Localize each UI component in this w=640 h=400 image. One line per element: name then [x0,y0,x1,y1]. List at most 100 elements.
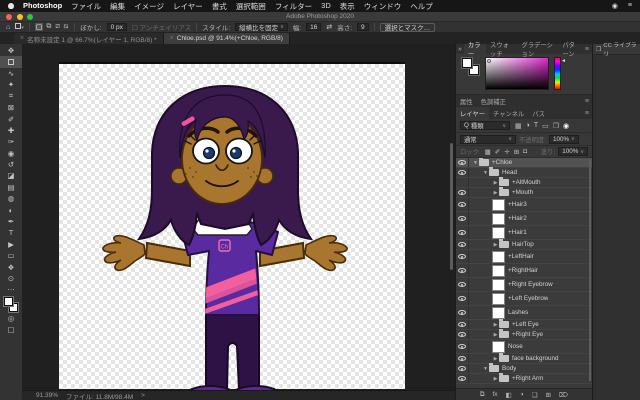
layer-row[interactable]: ▶+Left Eye [456,320,592,330]
layer-name[interactable]: +Right Arm [512,375,543,382]
menu-item-7[interactable]: フィルター [275,1,312,12]
filter-pixel-layers-icon[interactable]: ▦ [515,122,522,130]
visibility-eye-icon[interactable] [456,330,469,339]
tab-properties[interactable]: 属性 [456,95,477,107]
menu-item-6[interactable]: 選択範囲 [236,1,266,12]
tab-gradients[interactable]: グラデーション [518,44,559,54]
layer-row[interactable]: +Left Eyebrow [456,292,592,306]
status-expand-icon[interactable]: > [141,392,145,399]
feather-input[interactable]: 0 px [107,23,127,31]
layer-thumbnail[interactable] [492,251,505,263]
layer-row[interactable]: +LeftHair [456,250,592,264]
opacity-dropdown[interactable]: 100%∨ [549,135,579,144]
visibility-eye-icon[interactable] [456,364,469,373]
collapse-group-icon[interactable]: ▼ [482,366,489,372]
new-layer-icon[interactable]: ⊞ [545,391,550,399]
panel-menu-icon[interactable]: ≡ [585,46,592,53]
visibility-eye-icon[interactable] [456,264,469,277]
layer-row[interactable]: Lashes [456,306,592,320]
zoom-window-button[interactable] [27,14,33,20]
layer-row[interactable]: ▼+Chloe [456,158,592,168]
lock-image-pixels-icon[interactable]: ✐ [494,148,501,156]
canvas-vertical-scrollbar[interactable] [450,143,453,270]
add-selection-icon[interactable]: ⧉ [45,23,52,31]
layers-scrollbar[interactable] [589,160,591,381]
edit-toolbar-icon[interactable]: ⋯ [0,284,22,295]
menu-item-10[interactable]: ウィンドウ [364,1,402,12]
layer-name[interactable]: +Hair2 [508,215,527,222]
style-dropdown[interactable]: 縦横比を固定∨ [235,23,288,31]
intersect-selection-icon[interactable]: ⧅ [63,23,69,31]
visibility-eye-icon[interactable] [456,250,469,263]
tab-paths[interactable]: パス [528,107,549,119]
lock-position-icon[interactable]: ✛ [503,148,510,156]
tab-adjustments[interactable]: 色調補正 [477,95,510,107]
visibility-eye-icon[interactable] [456,306,469,319]
swap-width-height-icon[interactable]: ⇄ [326,23,332,31]
select-and-mask-button[interactable]: 選択とマスク… [380,23,436,32]
layer-name[interactable]: +Hair3 [508,201,527,208]
tab-patterns[interactable]: パターン [558,44,585,54]
layer-row[interactable]: ▶ face background [456,354,592,364]
path-selection-tool-icon[interactable]: ▶ [0,239,22,250]
eyedropper-tool-icon[interactable]: ✐ [0,113,22,124]
collapse-group-icon[interactable]: ▼ [472,160,479,166]
visibility-eye-icon[interactable] [456,374,469,383]
document-canvas[interactable]: Ch [59,62,405,389]
layer-effects-icon[interactable]: fx [493,391,498,398]
height-input[interactable]: 9 [357,23,369,31]
layer-row[interactable]: +RightHair [456,264,592,278]
layer-row[interactable]: ▶HairTop [456,240,592,250]
new-group-icon[interactable]: ❏ [532,391,538,399]
visibility-eye-icon[interactable] [456,240,469,249]
layer-thumbnail[interactable] [492,307,505,319]
visibility-eye-icon[interactable] [456,226,469,239]
collapse-group-icon[interactable]: ▼ [482,170,489,176]
visibility-eye-icon[interactable] [456,212,469,225]
frame-tool-icon[interactable]: ⊠ [0,102,22,113]
layer-name[interactable]: +Left Eyebrow [508,295,548,302]
layer-name[interactable]: +Hair1 [508,229,527,236]
link-layers-icon[interactable]: ⧉ [480,391,485,399]
delete-layer-icon[interactable]: ⌦ [559,391,568,399]
layer-name[interactable]: +LeftHair [508,253,534,260]
type-tool-icon[interactable]: T [0,227,22,238]
expand-group-icon[interactable]: ▶ [492,190,499,196]
layer-name[interactable]: Nose [508,343,523,350]
gradient-tool-icon[interactable]: ▤ [0,182,22,193]
layer-thumbnail[interactable] [492,341,505,353]
visibility-eye-icon[interactable] [456,354,469,363]
menu-item-2[interactable]: 編集 [110,1,125,12]
expand-group-icon[interactable]: ▶ [492,356,499,362]
healing-brush-tool-icon[interactable]: ✚ [0,125,22,136]
visibility-eye-icon[interactable] [456,188,469,197]
layer-row[interactable]: ▶+AltMouth [456,178,592,188]
quick-mask-mode-icon[interactable]: ◎ [0,313,22,324]
menu-item-1[interactable]: ファイル [71,1,101,12]
layer-row[interactable]: +Right Eyebrow [456,278,592,292]
pen-tool-icon[interactable]: ✒ [0,216,22,227]
lasso-tool-icon[interactable]: ∿ [0,68,22,79]
expand-group-icon[interactable]: ▶ [492,332,499,338]
foreground-background-swatches[interactable] [3,297,19,312]
blend-mode-dropdown[interactable]: 通常∨ [460,135,516,144]
filter-shape-layers-icon[interactable]: ▭ [542,122,549,130]
layer-name[interactable]: face background [512,355,559,362]
menu-item-5[interactable]: 書式 [212,1,227,12]
layer-thumbnail[interactable] [492,293,505,305]
visibility-eye-icon[interactable] [456,278,469,291]
menubar-control-center-icon[interactable]: ≡ [628,2,632,10]
quick-selection-tool-icon[interactable]: ✦ [0,79,22,90]
menu-photoshop[interactable]: Photoshop [23,1,62,12]
eraser-tool-icon[interactable]: ◪ [0,170,22,181]
move-tool-icon[interactable]: ✥ [0,45,22,56]
visibility-hidden[interactable] [456,178,469,187]
tab-channels[interactable]: チャンネル [489,107,528,119]
zoom-level[interactable]: 91.39% [36,392,58,399]
menubar-status-dot-icon[interactable]: ◉ [612,2,618,10]
layer-name[interactable]: +Left Eye [512,321,539,328]
blur-tool-icon[interactable]: ◍ [0,193,22,204]
layer-name[interactable]: +AltMouth [512,179,541,186]
layer-name[interactable]: +RightHair [508,267,538,274]
close-window-button[interactable] [6,14,12,20]
